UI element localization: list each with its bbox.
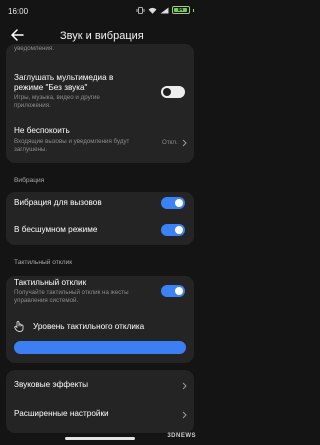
vibration-calls-toggle[interactable] [161, 197, 185, 209]
dnd-desc-2: заглушены. [14, 146, 48, 153]
status-time: 16:00 [8, 7, 29, 16]
chevron-right-icon [182, 382, 187, 390]
mute-media-label-1: Заглушать мультимедиа в [14, 73, 114, 82]
battery-icon: 84 [171, 6, 190, 14]
mute-media-desc-1: Игры, музыка, видео и другие [14, 94, 100, 101]
wifi-icon [148, 7, 156, 14]
silent-mode-vibration-row[interactable]: В бесшумном режиме [6, 221, 194, 243]
advanced-settings-label: Расширенные настройки [14, 409, 109, 418]
haptic-label: Тактильный отклик [14, 278, 87, 287]
signal-icon [160, 7, 168, 13]
chevron-right-icon [182, 139, 187, 147]
section-title-haptic: Тактильный отклик [14, 259, 73, 266]
haptic-level-label: Уровень тактильного отклика [33, 322, 145, 331]
vibration-calls-label: Вибрация для вызовов [14, 198, 102, 207]
dnd-value: Откл. [162, 139, 178, 146]
haptic-desc-1: Получайте тактильный отклик на жесты [14, 289, 129, 296]
section-title-vibration: Вибрация [14, 177, 45, 184]
do-not-disturb-row[interactable]: Не беспокоить Входящие вызовы и уведомле… [6, 123, 194, 159]
chevron-right-icon [182, 411, 187, 419]
silent-mode-toggle[interactable] [161, 224, 185, 236]
vibration-calls-row[interactable]: Вибрация для вызовов [6, 194, 194, 216]
dnd-desc-1: Входящие вызовы и уведомления будут [14, 138, 130, 145]
haptic-desc-2: управления системой. [14, 297, 79, 304]
back-arrow-icon[interactable] [9, 28, 25, 42]
battery-nub [192, 8, 194, 12]
vibrate-mode-icon [136, 6, 144, 14]
status-icons: 84 [136, 6, 194, 14]
mute-media-label-2: режиме "Без звука" [14, 83, 88, 92]
page-title: Звук и вибрация [60, 30, 144, 42]
sound-effects-row[interactable]: Звуковые эффекты [6, 375, 194, 397]
silent-mode-label: В бесшумном режиме [14, 225, 98, 234]
mute-media-row[interactable]: Заглушать мультимедиа в режиме "Без звук… [6, 70, 194, 114]
partial-description: уведомления. [14, 45, 54, 52]
sound-effects-label: Звуковые эффекты [14, 380, 89, 389]
haptic-feedback-row[interactable]: Тактильный отклик Получайте тактильный о… [6, 277, 194, 307]
watermark-logo: 3DNEWS [167, 433, 196, 439]
battery-level: 84 [177, 7, 184, 13]
haptic-level-slider[interactable] [14, 341, 186, 354]
touch-hand-icon [14, 321, 24, 332]
haptic-toggle[interactable] [161, 285, 185, 297]
mute-media-desc-2: приложения. [14, 102, 51, 109]
dnd-label: Не беспокоить [14, 126, 70, 135]
advanced-settings-row[interactable]: Расширенные настройки [6, 404, 194, 426]
mute-media-toggle[interactable] [161, 86, 185, 98]
gesture-bar[interactable] [65, 437, 135, 440]
